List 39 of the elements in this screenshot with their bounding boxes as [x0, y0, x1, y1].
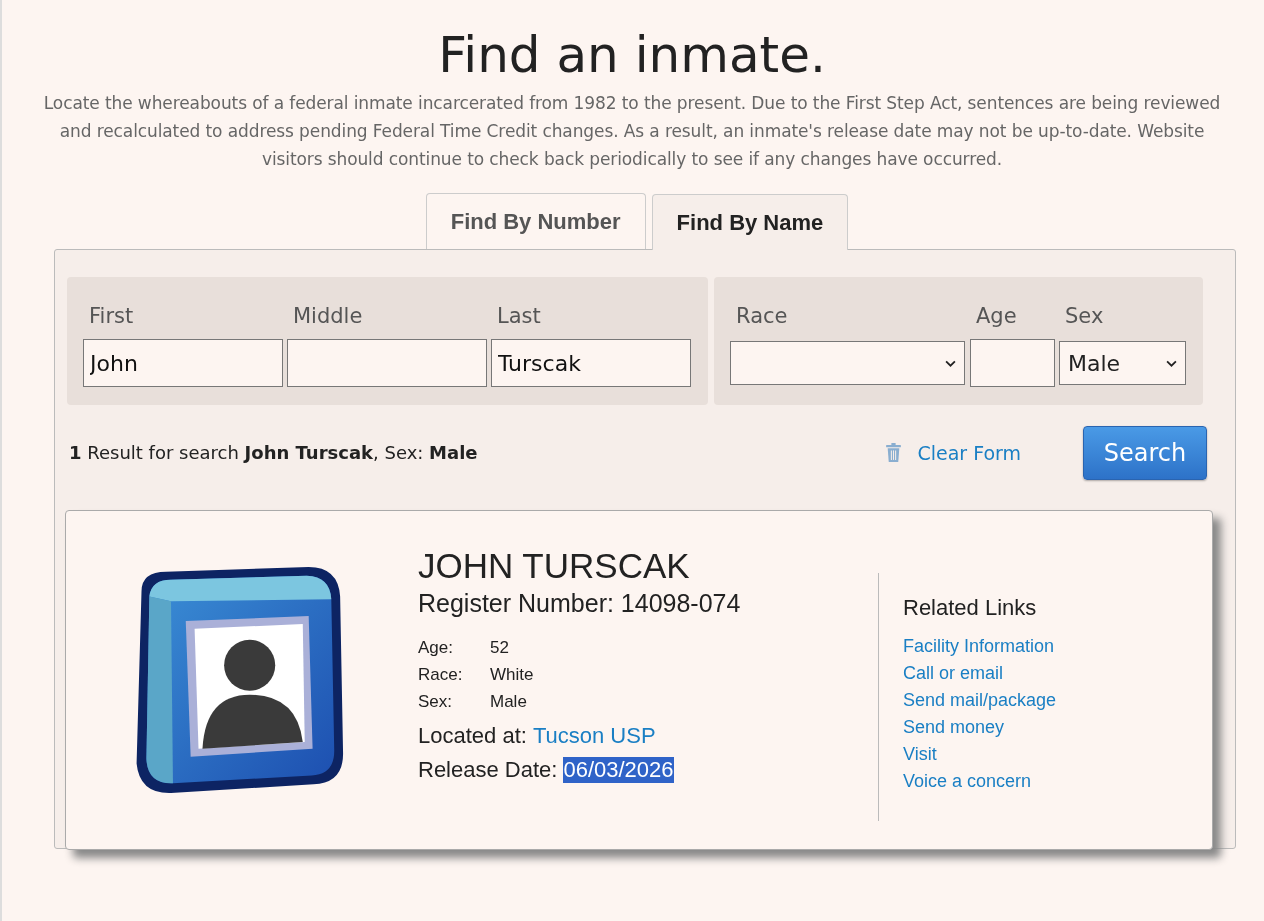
related-link[interactable]: Call or email — [903, 660, 1057, 687]
field-label: Middle — [292, 303, 364, 330]
field-label: Age — [975, 303, 1018, 330]
inmate-name: JOHN TURSCAK — [418, 545, 691, 587]
field-label: First — [88, 303, 135, 330]
select-field[interactable] — [730, 341, 965, 385]
select-field[interactable]: Male — [1059, 341, 1186, 385]
location-label: Located at: — [418, 723, 527, 749]
related-links-title: Related Links — [903, 595, 1038, 621]
fact-value: Male — [490, 691, 528, 713]
caret-icon — [1166, 359, 1177, 367]
release-date-label: Release Date: — [418, 757, 558, 783]
fact-value: White — [490, 664, 535, 686]
intro-paragraph: Locate the whereabouts of a federal inmate incarcerated from 1982 to the present. Due to the First Step Act, sentences are being reviewed and recalculated to address pending Federal Time Credit changes. As a result, an inmate's release date may not be up-to-date. Website visitors should continue to check back periodically to see if any changes have occurred. — [42, 92, 1222, 171]
fact-value: 52 — [490, 637, 510, 659]
tab[interactable]: Find By Name — [651, 194, 849, 250]
related-link[interactable]: Facility Information — [903, 633, 1057, 660]
text-field[interactable] — [970, 339, 1055, 387]
related-link[interactable]: Send mail/package — [903, 687, 1057, 714]
result-summary: 1 Result for search John Turscak, Sex: Male — [68, 442, 479, 463]
caret-icon — [945, 359, 956, 367]
text-field[interactable] — [287, 339, 487, 387]
fact-label: Race: — [418, 664, 464, 686]
release-date: 06/03/2026 — [563, 757, 674, 783]
field-label: Sex — [1064, 303, 1105, 330]
related-link[interactable]: Send money — [903, 714, 1057, 741]
page-title: Find an inmate. — [437, 28, 827, 83]
register-number: Register Number: 14098-074 — [418, 589, 742, 618]
tab[interactable]: Find By Number — [425, 193, 646, 249]
text-field[interactable]: Turscak — [491, 339, 691, 387]
related-link[interactable]: Voice a concern — [903, 768, 1057, 795]
facility-link[interactable]: Tucson USP — [532, 723, 656, 749]
fact-label: Age: — [418, 637, 454, 659]
field-label: Last — [496, 303, 542, 330]
fact-label: Sex: — [418, 691, 454, 713]
clear-form-link[interactable]: Clear Form — [917, 441, 1021, 464]
related-link[interactable]: Visit — [903, 741, 1057, 768]
field-label: Race — [735, 303, 789, 330]
search-button[interactable]: Search — [1083, 425, 1207, 480]
